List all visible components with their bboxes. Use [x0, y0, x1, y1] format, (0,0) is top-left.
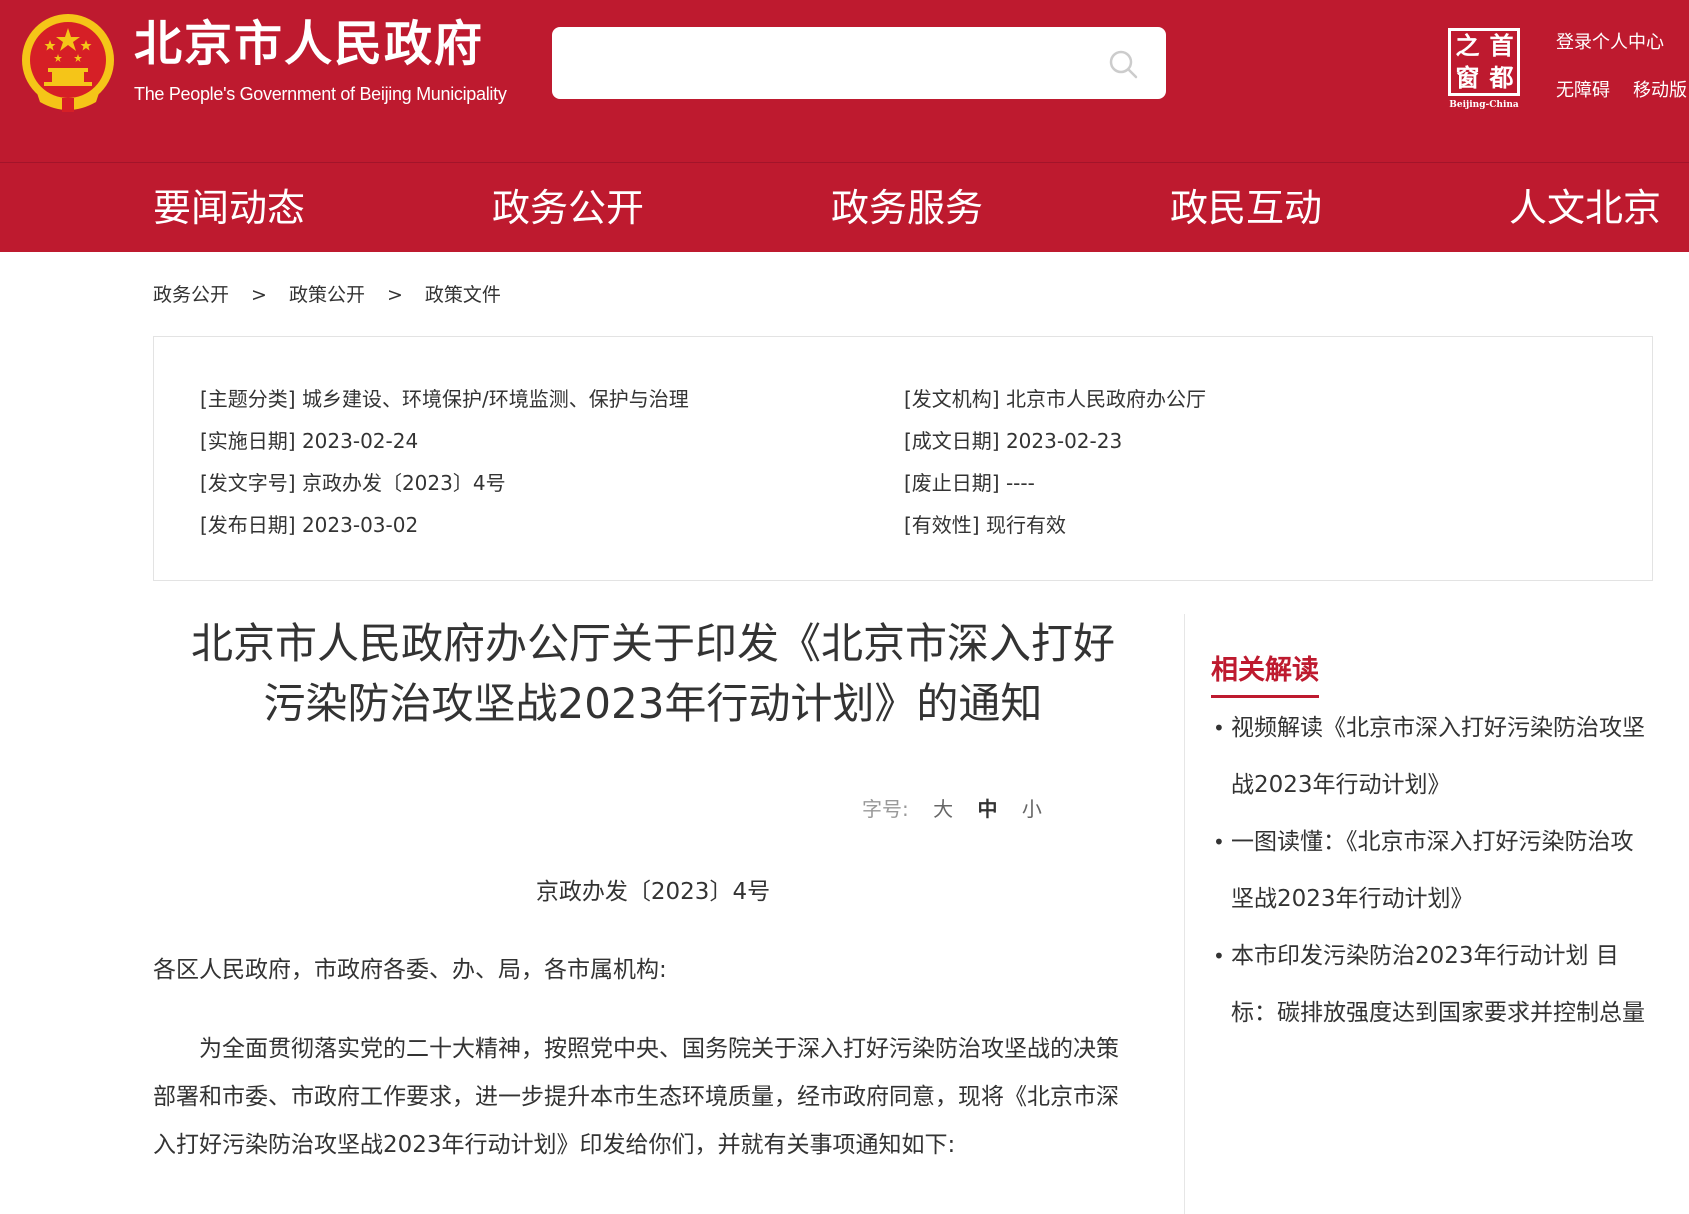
related-readings-title: 相关解读 [1211, 648, 1319, 698]
login-link[interactable]: 登录个人中心 [1556, 28, 1664, 54]
capital-logo-en: Beijing-China [1449, 100, 1519, 110]
site-title[interactable]: 北京市人民政府 [134, 14, 484, 74]
capital-logo-char: 首 [1489, 32, 1514, 60]
breadcrumb-separator: > [386, 284, 403, 306]
capital-window-logo[interactable]: 之 首 窗 都 Beijing-China [1444, 24, 1524, 112]
font-size-small-button[interactable]: 小 [1022, 797, 1042, 821]
article-title-line: 北京市人民政府办公厅关于印发《北京市深入打好 [190, 619, 1115, 668]
breadcrumb-item[interactable]: 政策文件 [425, 284, 501, 306]
font-size-control: 字号: 大 中 小 [862, 793, 1042, 822]
article-paragraph: 为全面贯彻落实党的二十大精神，按照党中央、国务院关于深入打好污染防治攻坚战的决策… [153, 1036, 1119, 1158]
related-reading-link[interactable]: 一图读懂：《北京市深入打好污染防治攻坚战2023年行动计划》 [1213, 814, 1653, 928]
accessibility-link[interactable]: 无障碍 [1556, 76, 1610, 102]
nav-item-gov-services[interactable]: 政务服务 [831, 163, 983, 253]
meta-topic: [主题分类] 城乡建设、环境保护/环境监测、保护与治理 [200, 387, 689, 411]
capital-logo-frame: 之 首 窗 都 [1448, 28, 1520, 96]
meta-repeal-date: [废止日期] ---- [904, 471, 1035, 495]
font-size-label: 字号: [862, 797, 909, 821]
breadcrumb: 政务公开 > 政策公开 > 政策文件 [153, 280, 519, 307]
article-title-line: 污染防治攻坚战2023年行动计划》的通知 [263, 679, 1043, 728]
nav-item-gov-affairs[interactable]: 政务公开 [492, 163, 644, 253]
national-emblem-icon [22, 14, 114, 112]
breadcrumb-separator: > [251, 284, 267, 306]
breadcrumb-item[interactable]: 政策公开 [289, 284, 365, 306]
font-size-medium-button[interactable]: 中 [977, 797, 997, 821]
article-doc-number: 京政办发〔2023〕4号 [535, 879, 771, 905]
meta-written-date: [成文日期] 2023-02-23 [904, 429, 1123, 453]
nav-item-interaction[interactable]: 政民互动 [1170, 163, 1322, 253]
meta-issuer: [发文机构] 北京市人民政府办公厅 [904, 387, 1206, 411]
capital-logo-char: 之 [1455, 32, 1480, 60]
search-icon[interactable] [1108, 49, 1138, 79]
meta-validity: [有效性] 现行有效 [904, 513, 1066, 537]
column-divider [1184, 614, 1185, 1214]
capital-logo-char: 都 [1489, 64, 1514, 92]
breadcrumb-item[interactable]: 政务公开 [153, 284, 229, 306]
nav-item-culture[interactable]: 人文北京 [1509, 163, 1661, 253]
search-input[interactable] [552, 27, 1166, 99]
document-meta-box: [主题分类] 城乡建设、环境保护/环境监测、保护与治理 [发文机构] 北京市人民… [153, 336, 1653, 581]
nav-item-news[interactable]: 要闻动态 [153, 163, 305, 253]
mobile-version-link[interactable]: 移动版 [1633, 76, 1687, 102]
meta-publish-date: [发布日期] 2023-03-02 [200, 513, 419, 537]
article-salutation: 各区人民政府，市政府各委、办、局，各市属机构: [153, 957, 667, 983]
related-readings-list: 视频解读《北京市深入打好污染防治攻坚战2023年行动计划》 一图读懂：《北京市深… [1213, 700, 1653, 1042]
site-subtitle: The People's Government of Beijing Munic… [134, 84, 507, 104]
related-reading-link[interactable]: 视频解读《北京市深入打好污染防治攻坚战2023年行动计划》 [1213, 700, 1653, 814]
meta-effective-date: [实施日期] 2023-02-24 [200, 429, 419, 453]
font-size-large-button[interactable]: 大 [933, 797, 953, 821]
site-header: 北京市人民政府 The People's Government of Beiji… [0, 0, 1689, 162]
related-reading-link[interactable]: 本市印发污染防治2023年行动计划 目标：碳排放强度达到国家要求并控制总量 [1213, 928, 1653, 1042]
capital-logo-char: 窗 [1455, 64, 1480, 92]
main-nav: 要闻动态 政务公开 政务服务 政民互动 人文北京 [0, 162, 1689, 252]
meta-doc-number: [发文字号] 京政办发〔2023〕4号 [200, 471, 506, 495]
article-title: 北京市人民政府办公厅关于印发《北京市深入打好 污染防治攻坚战2023年行动计划》… [153, 614, 1153, 734]
